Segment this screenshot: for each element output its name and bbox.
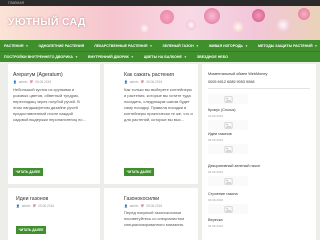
chevron-down-icon: ▼ <box>183 55 187 59</box>
flower-decoration <box>298 8 310 20</box>
sidebar: Моментальный обмен WebMoney 0005 6912 60… <box>202 64 316 240</box>
post-card: Идеи газонов 👤 admin 📅 05.06.2016 ЧИТАТЬ… <box>8 188 100 240</box>
calendar-icon: 📅 <box>140 204 145 208</box>
chevron-down-icon: ▼ <box>195 43 199 48</box>
nav-item-medicinal-plants[interactable]: ЛЕКАРСТВЕННЫЕ РАСТЕНИЯ ▼ <box>94 44 152 48</box>
post-card: Газонокосилки 👤 admin 📅 05.06.2016 Перед… <box>104 188 198 240</box>
post-meta: 👤 admin 📅 05.06.2016 <box>16 204 54 208</box>
calendar-icon: 📅 <box>29 80 34 84</box>
calendar-icon: 📅 <box>140 80 145 84</box>
post-title[interactable]: Газонокосилки <box>124 196 159 202</box>
flower-decoration <box>276 18 290 32</box>
nav-item-balcony-flowers[interactable]: ЦВЕТЫ НА БАЛКОНЕ ▼ <box>144 55 187 59</box>
post-date: 05.06.2016 <box>38 204 55 208</box>
post-author[interactable]: admin <box>130 80 139 84</box>
sidebar-post-date: 10.06.2016 <box>208 114 224 118</box>
divider <box>208 88 310 89</box>
nav-item-patio[interactable]: ВНУТРЕННИЙ ДВОРИК ▼ <box>88 55 134 59</box>
nav-row-1: РАСТЕНИЯ ▼ ОДНОЛЕТНИЕ РАСТЕНИЯ ЛЕКАРСТВЕН… <box>0 40 320 51</box>
flower-decoration <box>232 21 244 33</box>
post-thumbnail[interactable] <box>208 120 248 130</box>
post-meta: 👤 admin 📅 06.06.2016 <box>124 80 162 84</box>
post-meta: 👤 admin 📅 06.06.2016 <box>13 80 51 84</box>
read-more-button[interactable]: ЧИТАТЬ ДАЛЕЕ <box>13 168 43 176</box>
post-author[interactable]: admin <box>130 204 139 208</box>
post-excerpt: Небольшой кустик из хрупкими и розовых ц… <box>13 87 86 122</box>
exchange-widget-title: Моментальный обмен WebMoney <box>208 72 268 76</box>
main-nav: РАСТЕНИЯ ▼ ОДНОЛЕТНИЕ РАСТЕНИЯ ЛЕКАРСТВЕН… <box>0 40 320 62</box>
flower-decoration <box>140 24 149 33</box>
user-icon: 👤 <box>13 80 17 84</box>
post-thumbnail[interactable] <box>208 94 248 104</box>
nav-row-2: ПОСТРОЙКИ ВНУТРЕННЕГО ДВОРИКА ▼ ВНУТРЕННИ… <box>0 51 320 62</box>
chevron-down-icon: ▼ <box>244 43 248 48</box>
nav-item-green-lawn[interactable]: ЗЕЛЕНЫЙ ГАЗОН ▼ <box>162 44 198 48</box>
sidebar-post-date: 03.06.2016 <box>208 198 224 202</box>
nav-item-plant-protection[interactable]: МЕТОДЫ ЗАЩИТЫ РАСТЕНИЙ ▼ <box>258 44 318 48</box>
image-placeholder-icon <box>224 96 232 102</box>
post-meta: 👤 admin 📅 05.06.2016 <box>124 204 162 208</box>
read-more-button[interactable]: ЧИТАТЬ ДАЛЕЕ <box>16 226 46 234</box>
chevron-down-icon: ▼ <box>25 43 29 48</box>
post-author[interactable]: admin <box>22 204 31 208</box>
chevron-down-icon: ▼ <box>314 43 318 48</box>
chevron-down-icon: ▼ <box>149 43 153 48</box>
nav-item-annual-plants[interactable]: ОДНОЛЕТНИЕ РАСТЕНИЯ <box>38 44 84 48</box>
sidebar-post-date: 04.06.2016 <box>208 170 224 174</box>
nav-item-hedge[interactable]: ЖИВАЯ ИЗГОРОДЬ ▼ <box>209 44 248 48</box>
image-placeholder-icon <box>224 178 232 184</box>
calendar-icon: 📅 <box>32 204 37 208</box>
nav-item-plants[interactable]: РАСТЕНИЯ ▼ <box>4 44 28 48</box>
image-placeholder-icon <box>224 206 232 212</box>
sidebar-post-title[interactable]: Идеи газонов <box>208 132 232 136</box>
post-thumbnail[interactable] <box>208 176 248 186</box>
exchange-widget-value: 0005 6912 6085 9053 9068 <box>208 80 255 84</box>
flower-decoration <box>186 20 196 30</box>
post-thumbnail[interactable] <box>208 204 248 214</box>
chevron-down-icon: ▼ <box>130 55 134 59</box>
post-title[interactable]: Агератум (Ageratum) <box>13 72 63 78</box>
post-card: Как сажать растения 👤 admin 📅 06.06.2016… <box>104 64 198 184</box>
sidebar-post-date: 05.06.2016 <box>208 138 224 142</box>
chevron-down-icon: ▼ <box>75 55 78 59</box>
user-icon: 👤 <box>124 80 128 84</box>
sidebar-post-title[interactable]: Крокус (Crocus) <box>208 108 236 112</box>
nav-item-patio-buildings[interactable]: ПОСТРОЙКИ ВНУТРЕННЕГО ДВОРИКА ▼ <box>4 55 78 59</box>
sidebar-post-title[interactable]: Декоративный зеленый газон <box>208 164 260 168</box>
post-date: 06.06.2016 <box>35 80 52 84</box>
image-placeholder-icon <box>224 122 232 128</box>
sidebar-post-date: 02.06.2016 <box>208 224 224 228</box>
post-title[interactable]: Как сажать растения <box>124 72 174 78</box>
flower-decoration <box>160 10 174 24</box>
post-card: Агератум (Ageratum) 👤 admin 📅 06.06.2016… <box>8 64 100 184</box>
image-placeholder-icon <box>224 146 232 152</box>
read-more-button[interactable]: ЧИТАТЬ ДАЛЕЕ <box>124 168 154 176</box>
post-thumbnail[interactable] <box>208 144 248 154</box>
nav-item-starry-sky[interactable]: ЗВЕЗДНОЕ НЕБО <box>197 55 228 59</box>
post-date: 05.06.2016 <box>146 204 163 208</box>
sidebar-post-title[interactable]: Строение газона <box>208 192 238 196</box>
post-date: 06.06.2016 <box>146 80 163 84</box>
sidebar-post-title[interactable]: Вереска <box>208 218 223 222</box>
post-excerpt: Как только вы выберете контейнеры и раст… <box>124 87 193 122</box>
post-author[interactable]: admin <box>19 80 28 84</box>
site-logo[interactable]: УЮТНЫЙ САД <box>8 16 86 28</box>
post-title[interactable]: Идеи газонов <box>16 196 48 202</box>
flower-decoration <box>252 9 265 22</box>
site-header: УЮТНЫЙ САД <box>0 6 320 40</box>
user-icon: 👤 <box>124 204 128 208</box>
flower-decoration <box>204 8 220 24</box>
post-excerpt: Перед покупкой газонокосилки посоветуйте… <box>124 210 185 227</box>
user-icon: 👤 <box>16 204 20 208</box>
